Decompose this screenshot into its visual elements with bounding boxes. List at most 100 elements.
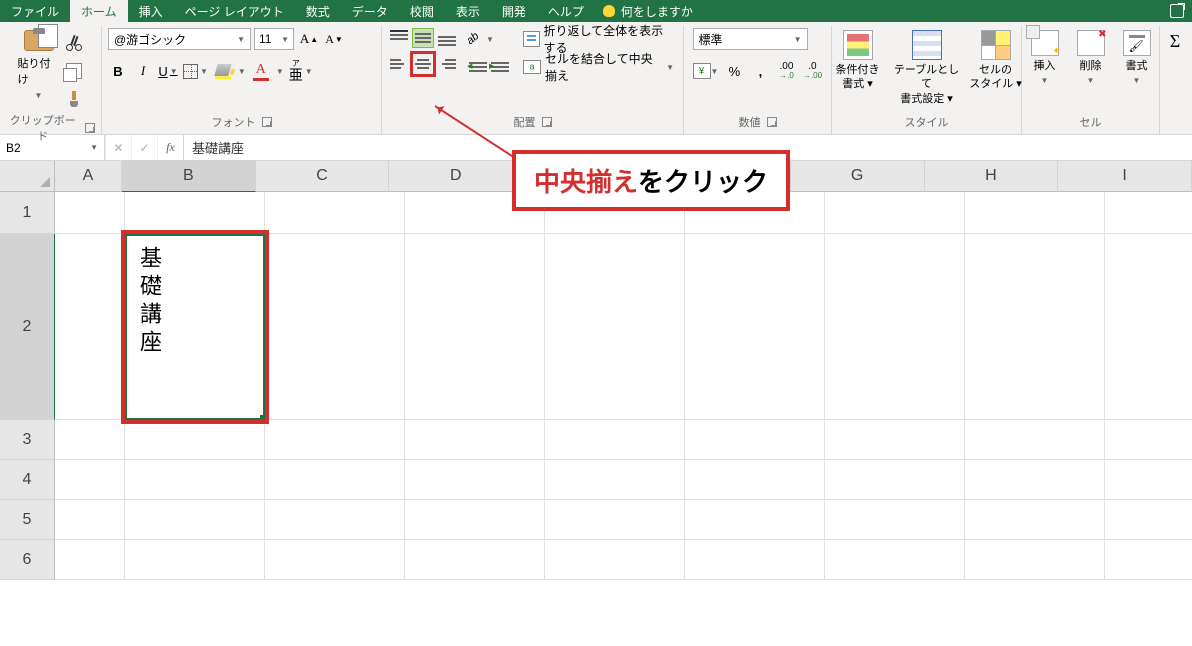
row-header-4[interactable]: 4	[0, 460, 55, 500]
clipboard-launcher[interactable]	[85, 123, 95, 133]
font-size-select[interactable]: 11 ▼	[254, 28, 294, 50]
cell-I5[interactable]	[1105, 500, 1192, 540]
cell-B6[interactable]	[125, 540, 265, 580]
cancel-formula-button[interactable]: ✕	[105, 135, 131, 160]
insert-cells-button[interactable]: 挿入 ▼	[1024, 28, 1066, 87]
column-header-I[interactable]: I	[1058, 161, 1192, 192]
cell-B1[interactable]	[125, 192, 265, 234]
cell-I2[interactable]	[1105, 234, 1192, 420]
cells-area[interactable]: 基礎講座	[55, 192, 1192, 646]
cell-D4[interactable]	[405, 460, 545, 500]
tab-formulas[interactable]: 数式	[295, 0, 341, 22]
cell-H6[interactable]	[965, 540, 1105, 580]
align-center-button[interactable]	[412, 54, 434, 74]
cell-D5[interactable]	[405, 500, 545, 540]
cell-A6[interactable]	[55, 540, 125, 580]
percent-button[interactable]: %	[724, 60, 744, 82]
cell-E5[interactable]	[545, 500, 685, 540]
fill-color-button[interactable]	[213, 60, 233, 82]
autosum-button[interactable]: Σ	[1162, 28, 1188, 53]
insert-function-button[interactable]: fx	[157, 135, 183, 160]
cut-button[interactable]	[64, 32, 84, 54]
tab-view[interactable]: 表示	[445, 0, 491, 22]
cell-E6[interactable]	[545, 540, 685, 580]
cell-G1[interactable]	[825, 192, 965, 234]
cell-styles-button[interactable]: セルの スタイル ▾	[967, 28, 1025, 92]
font-name-select[interactable]: @游ゴシック ▼	[108, 28, 251, 50]
alignment-launcher[interactable]	[542, 117, 552, 127]
cell-H3[interactable]	[965, 420, 1105, 460]
comma-button[interactable]: ,	[750, 60, 770, 82]
accounting-format-button[interactable]: ¥▼	[693, 60, 719, 82]
cell-D2[interactable]	[405, 234, 545, 420]
column-header-H[interactable]: H	[925, 161, 1059, 192]
cell-G6[interactable]	[825, 540, 965, 580]
cell-A4[interactable]	[55, 460, 125, 500]
tab-file[interactable]: ファイル	[0, 0, 70, 22]
cell-B5[interactable]	[125, 500, 265, 540]
conditional-formatting-button[interactable]: 条件付き 書式 ▾	[829, 28, 887, 92]
paste-button[interactable]: 貼り付け ▼	[18, 28, 60, 100]
format-as-table-button[interactable]: テーブルとして 書式設定 ▾	[891, 28, 963, 106]
cell-I6[interactable]	[1105, 540, 1192, 580]
tab-developer[interactable]: 開発	[491, 0, 537, 22]
format-cells-button[interactable]: 書式 ▼	[1116, 28, 1158, 87]
tab-home[interactable]: ホーム	[70, 0, 128, 22]
cell-D6[interactable]	[405, 540, 545, 580]
increase-font-button[interactable]: A▲	[299, 28, 319, 50]
select-all-corner[interactable]	[0, 161, 55, 192]
italic-button[interactable]: I	[133, 60, 153, 82]
cell-F5[interactable]	[685, 500, 825, 540]
align-middle-button[interactable]	[412, 28, 434, 48]
increase-decimal-button[interactable]: .00→.0	[776, 60, 796, 82]
tab-insert[interactable]: 挿入	[128, 0, 174, 22]
wrap-text-button[interactable]: 折り返して全体を表示する	[520, 28, 677, 50]
align-left-button[interactable]	[388, 54, 410, 74]
decrease-indent-button[interactable]	[468, 56, 488, 78]
cell-C5[interactable]	[265, 500, 405, 540]
cell-A2[interactable]	[55, 234, 125, 420]
font-launcher[interactable]	[262, 117, 272, 127]
cell-E3[interactable]	[545, 420, 685, 460]
cell-G3[interactable]	[825, 420, 965, 460]
tab-pagelayout[interactable]: ページ レイアウト	[174, 0, 295, 22]
cell-H4[interactable]	[965, 460, 1105, 500]
cell-A5[interactable]	[55, 500, 125, 540]
font-color-button[interactable]: A	[251, 60, 271, 82]
row-header-5[interactable]: 5	[0, 500, 55, 540]
cell-C2[interactable]	[265, 234, 405, 420]
increase-indent-button[interactable]	[490, 56, 510, 78]
merge-center-button[interactable]: セルを結合して中央揃え ▼	[520, 56, 677, 78]
cell-B4[interactable]	[125, 460, 265, 500]
format-painter-button[interactable]	[64, 88, 84, 110]
column-header-C[interactable]: C	[256, 161, 390, 192]
borders-button[interactable]: ▼	[183, 60, 208, 82]
column-header-A[interactable]: A	[55, 161, 122, 192]
cell-H1[interactable]	[965, 192, 1105, 234]
bold-button[interactable]: B	[108, 60, 128, 82]
cell-H2[interactable]	[965, 234, 1105, 420]
cell-B2-selected[interactable]: 基礎講座	[125, 234, 265, 420]
cell-A3[interactable]	[55, 420, 125, 460]
cell-C3[interactable]	[265, 420, 405, 460]
column-header-G[interactable]: G	[791, 161, 925, 192]
cell-F6[interactable]	[685, 540, 825, 580]
row-header-3[interactable]: 3	[0, 420, 55, 460]
row-header-2[interactable]: 2	[0, 234, 55, 420]
number-launcher[interactable]	[767, 117, 777, 127]
tab-help[interactable]: ヘルプ	[537, 0, 595, 22]
share-icon[interactable]	[1170, 4, 1184, 18]
align-right-button[interactable]	[436, 54, 458, 74]
copy-button[interactable]	[64, 60, 84, 82]
cell-A1[interactable]	[55, 192, 125, 234]
cell-C6[interactable]	[265, 540, 405, 580]
row-header-6[interactable]: 6	[0, 540, 55, 580]
column-header-B[interactable]: B	[122, 161, 256, 192]
cell-B3[interactable]	[125, 420, 265, 460]
tab-data[interactable]: データ	[341, 0, 399, 22]
column-header-D[interactable]: D	[389, 161, 523, 192]
enter-formula-button[interactable]: ✓	[131, 135, 157, 160]
underline-button[interactable]: U▼	[158, 60, 178, 82]
cell-E4[interactable]	[545, 460, 685, 500]
cell-C4[interactable]	[265, 460, 405, 500]
